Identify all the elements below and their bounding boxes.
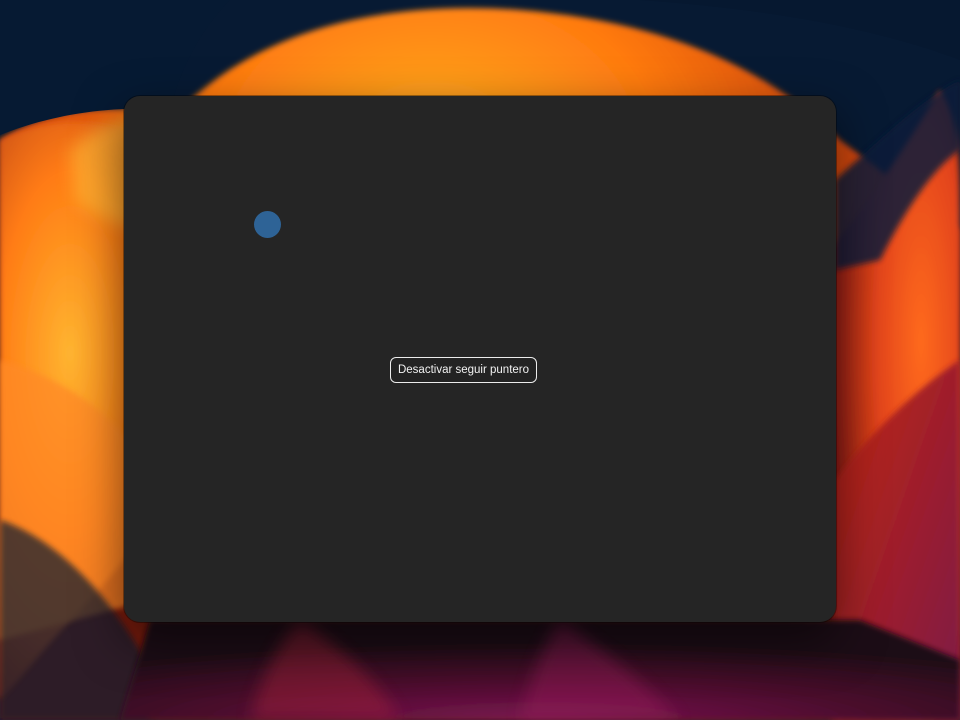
disable-follow-pointer-button[interactable]: Desactivar seguir puntero (390, 357, 537, 383)
desktop: Desactivar seguir puntero (0, 0, 960, 720)
app-window: Desactivar seguir puntero (124, 96, 836, 622)
pointer-follow-dot[interactable] (254, 211, 281, 238)
